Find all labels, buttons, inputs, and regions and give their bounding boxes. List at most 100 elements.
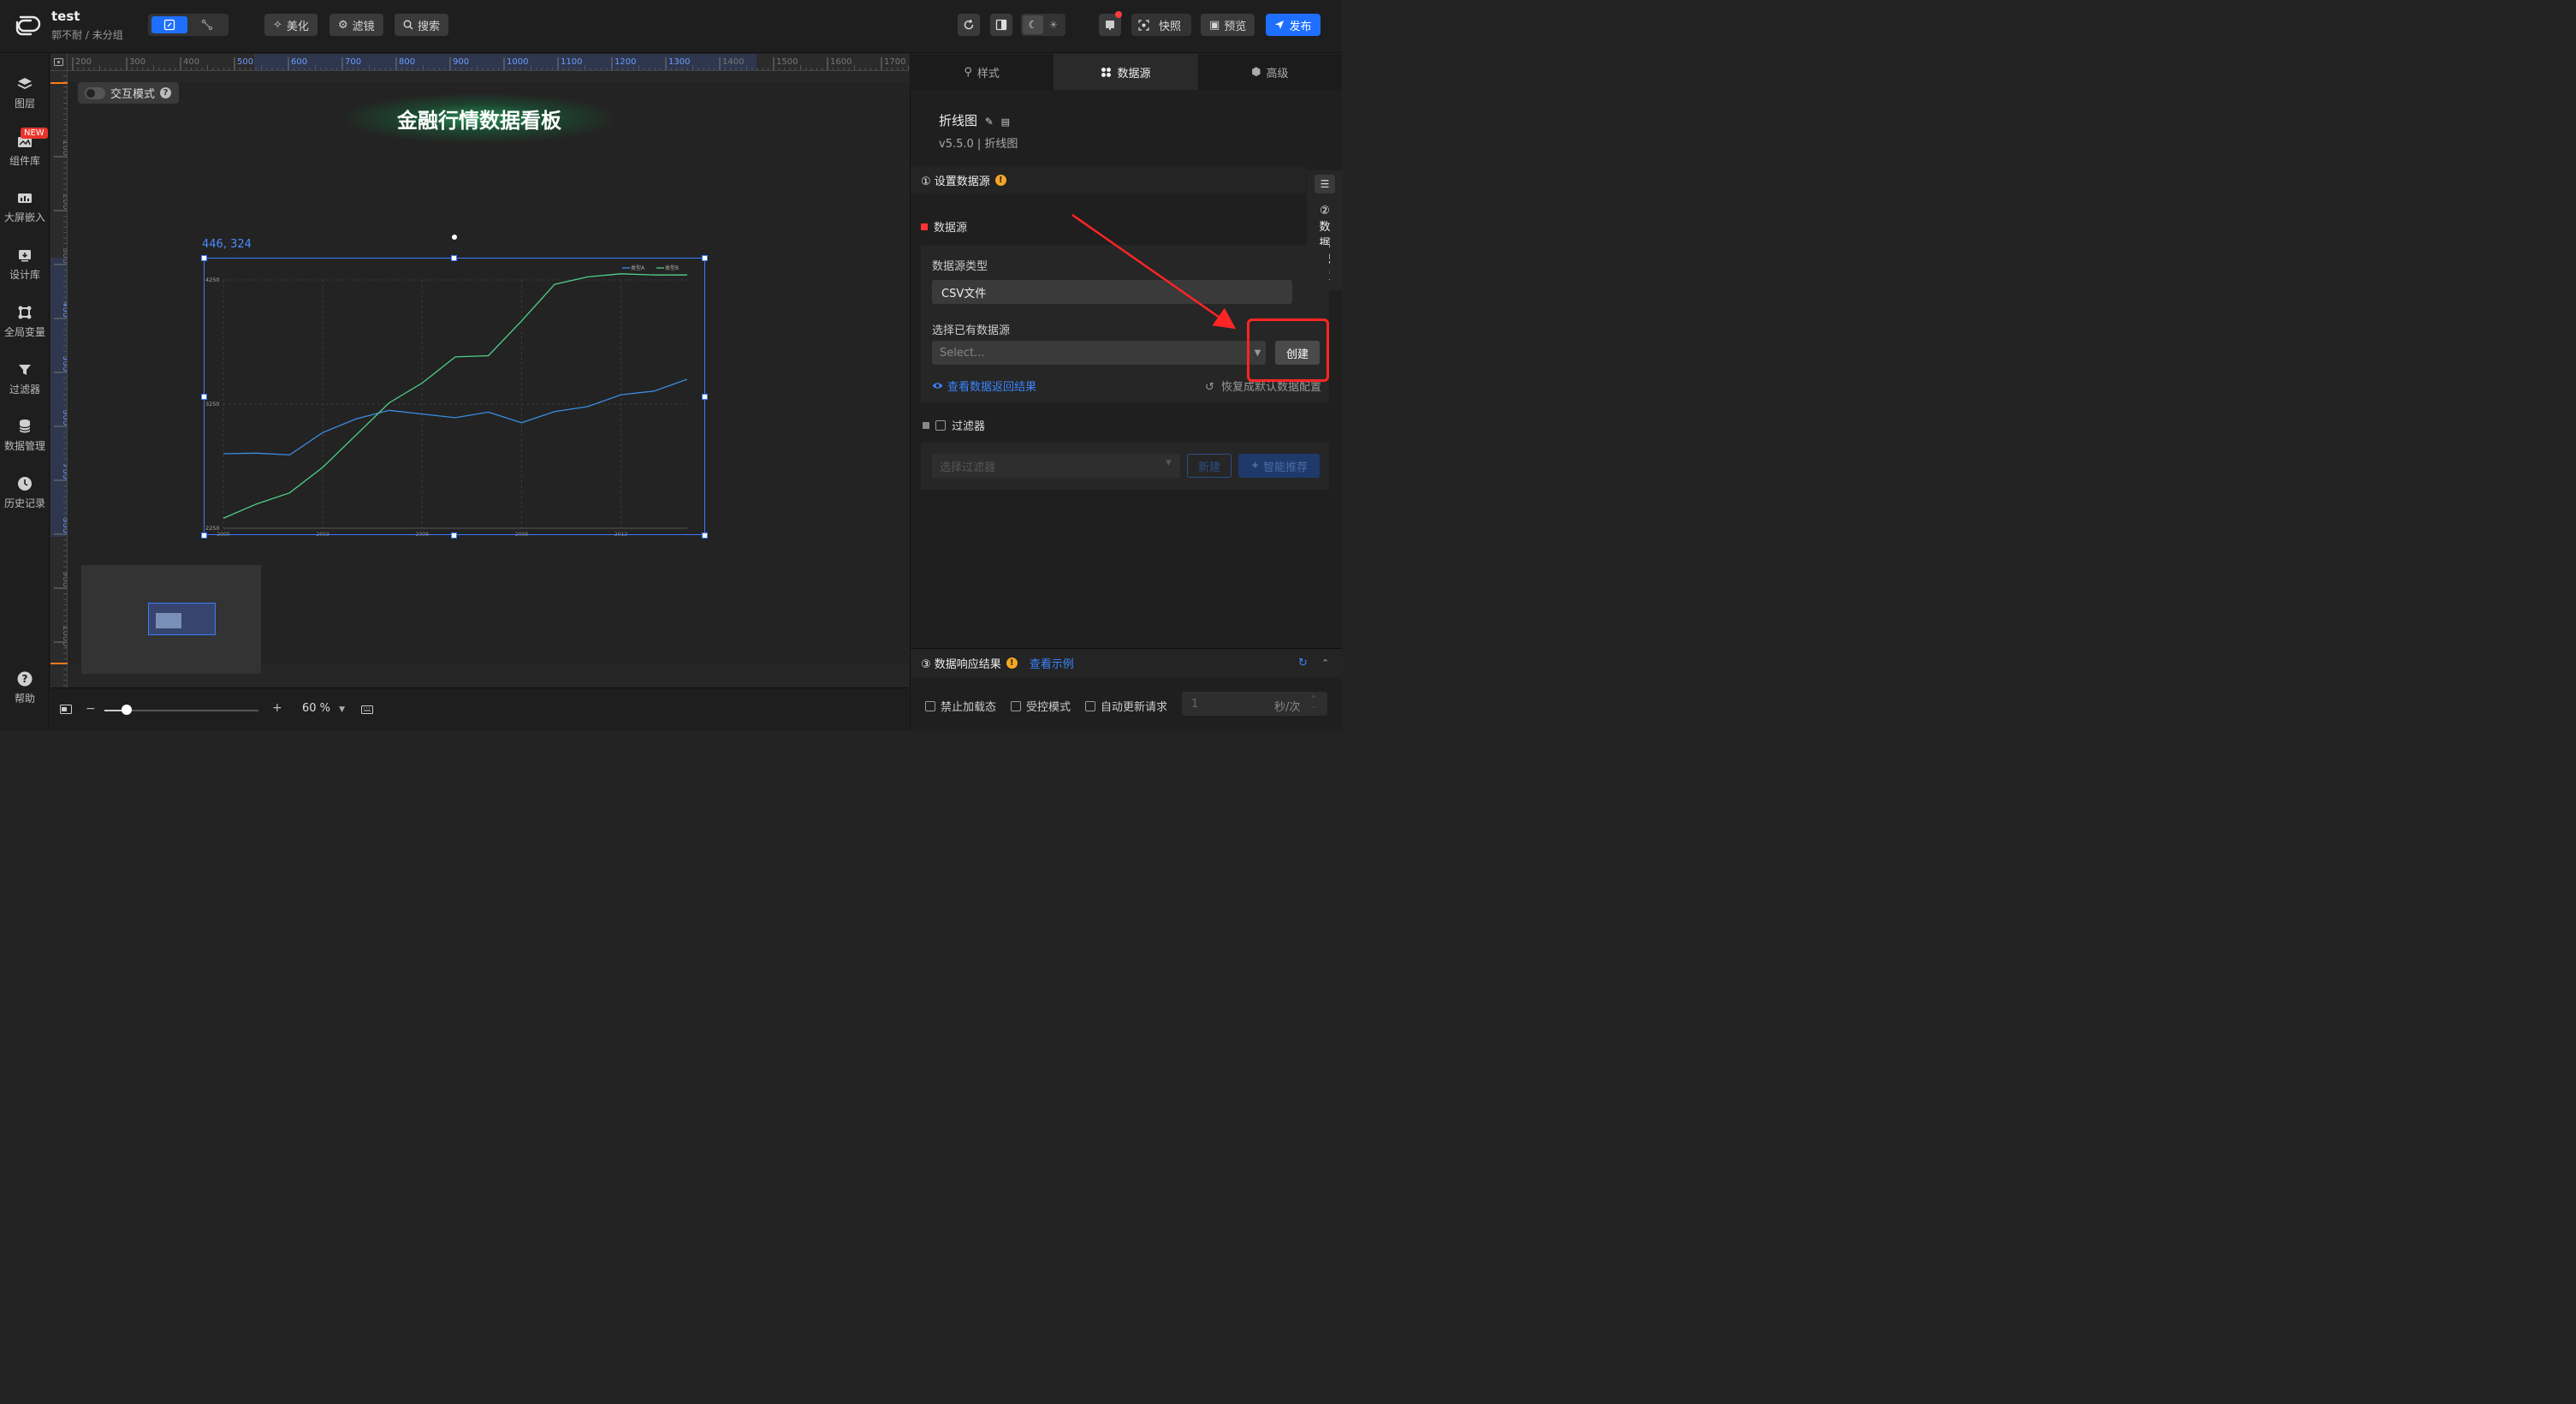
existing-datasource-select[interactable]: Select... [932,341,1266,365]
resize-handle-bottom[interactable] [451,532,457,538]
document-icon[interactable]: ▤ [1001,116,1010,128]
option-label: 受控模式 [1026,701,1071,714]
sidebar-item-screen-embed[interactable]: 大屏嵌入 [0,189,50,237]
eye-icon [932,383,943,389]
new-filter-button[interactable]: 新建 [1187,454,1232,478]
smart-recommend-button[interactable]: ✦ 智能推荐 [1238,454,1320,478]
section-datasource-header[interactable]: ① 设置数据源 ! [911,166,1306,193]
minimap-toggle-icon[interactable] [60,705,72,717]
required-marker [921,223,928,230]
tab-style[interactable]: ⚲ 样式 [910,54,1054,90]
series-line-a [223,378,688,456]
ruler-tick-label: 700 [61,463,68,479]
sidebar-item-filters[interactable]: 过滤器 [0,361,50,409]
layout-toggle-button[interactable] [990,14,1012,36]
warning-icon[interactable]: ! [1006,657,1018,669]
beautify-button[interactable]: ✧ 美化 [264,14,318,36]
app-logo-icon [15,15,41,36]
collapse-panel-icon[interactable]: ☰ [1315,175,1335,193]
sidebar-item-global-variables[interactable]: 全局变量 [0,304,50,352]
help-icon[interactable]: ? [160,87,172,98]
step-number: ② [1320,205,1330,217]
sidebar-item-label: 图层 [14,98,35,110]
book-icon [1106,21,1114,30]
sidebar-item-data-management[interactable]: 数据管理 [0,418,50,466]
interact-mode-switch[interactable] [85,86,105,99]
project-title[interactable]: test [51,9,80,24]
stepper-icon[interactable]: + − [1310,692,1317,714]
disable-loading-option[interactable]: 禁止加载态 [925,698,996,714]
auto-update-option[interactable]: 自动更新请求 [1085,698,1167,714]
refresh-button[interactable] [958,14,980,36]
zoom-in-button[interactable]: + [272,701,282,715]
resize-handle-top-right[interactable] [702,255,708,261]
view-example-link[interactable]: 查看示例 [1030,655,1074,671]
resize-handle-bottom-right[interactable] [702,532,708,538]
ruler-corner-eye-icon[interactable] [50,54,68,71]
component-title: 折线图 [939,113,978,128]
resize-handle-left[interactable] [201,394,207,400]
light-theme-button[interactable]: ☀ [1043,15,1064,34]
preview-button[interactable]: ▣ 预览 [1201,14,1255,36]
filter-label: 过滤器 [952,420,986,433]
line-chart-component[interactable]: 2000 2003 2006 2009 2012 4250 3250 2250 类型A 类型B [204,258,705,536]
warning-icon[interactable]: ! [994,174,1006,186]
publish-button[interactable]: 发布 [1266,14,1321,36]
sidebar-item-components[interactable]: 组件库 [0,133,50,181]
node-mode-button[interactable] [189,16,225,33]
pencil-icon[interactable]: ✎ [985,116,994,128]
clock-icon [16,475,33,492]
auto-update-checkbox[interactable] [1085,700,1095,711]
ruler-tick-label: 300 [61,247,68,264]
search-button[interactable]: 搜索 [395,14,449,36]
help-button[interactable]: ? 帮助 [0,670,50,718]
refresh-icon[interactable]: ↻ [1298,657,1308,669]
zoom-out-button[interactable]: − [86,702,96,716]
rotate-handle[interactable] [452,235,457,240]
x-tick-label: 2003 [317,532,329,536]
tab-datasource[interactable]: 数据源 [1054,54,1198,90]
sidebar-item-layers[interactable]: 图层 [0,75,50,123]
datasource-type-label: 数据源类型 [932,260,988,273]
ruler-tick-label: 1000 [507,57,528,67]
ruler-tick-label: 500 [61,355,68,372]
snapshot-button[interactable]: 快照 [1131,14,1191,36]
disable-loading-checkbox[interactable] [925,700,935,711]
guide-marker[interactable] [50,663,68,664]
keyboard-shortcuts-icon[interactable] [361,705,373,717]
dashboard-title[interactable]: 金融行情数据看板 [347,94,612,142]
resize-handle-top-left[interactable] [201,255,207,261]
interval-input[interactable]: 1 [1182,692,1327,716]
filter-checkbox[interactable] [935,419,946,431]
beautify-label: 美化 [286,20,309,33]
resize-handle-top[interactable] [451,255,457,261]
group-name[interactable]: 未分组 [92,29,123,41]
response-section-header[interactable]: ③ 数据响应结果 ! 查看示例 ↻ ⌃ [911,648,1342,677]
tab-advanced[interactable]: ⬢ 高级 [1198,54,1342,90]
sidebar-item-design-library[interactable]: 设计库 [0,247,50,294]
resize-handle-right[interactable] [702,394,708,400]
zoom-slider-knob[interactable] [122,705,132,715]
dark-theme-button[interactable]: ☾ [1023,15,1043,34]
interact-mode-toggle[interactable]: 交互模式 ? [78,82,179,104]
guide-marker[interactable] [50,82,68,84]
sparkle-icon: ✦ [1250,459,1260,473]
controlled-mode-option[interactable]: 受控模式 [1011,698,1071,714]
side-tab-char: 数 [1319,221,1331,234]
app-root: test 郭不耐 / 未分组 ✧ 美化 ⚙ 滤镜 搜索 ☾ ☀ 快照 ▣ 预览 … [0,0,1342,731]
search-label: 搜索 [418,20,441,33]
edit-mode-button[interactable] [151,16,187,33]
zoom-level-select[interactable]: 60 % ▼ [302,702,345,715]
filter-select[interactable]: 选择过滤器 [932,454,1180,478]
datasource-type-select[interactable]: CSV文件 [932,280,1292,304]
filter-button[interactable]: ⚙ 滤镜 [329,14,383,36]
sidebar-item-history[interactable]: 历史记录 [0,475,50,523]
ruler-tick-label: 1300 [668,57,690,67]
node-icon [201,19,213,31]
resize-handle-bottom-left[interactable] [201,532,207,538]
help-icon: ? [16,670,33,687]
preview-label: 预览 [1224,20,1247,33]
collapse-up-icon[interactable]: ⌃ [1321,657,1329,669]
view-result-link[interactable]: 查看数据返回结果 [932,378,1036,394]
controlled-mode-checkbox[interactable] [1011,700,1021,711]
